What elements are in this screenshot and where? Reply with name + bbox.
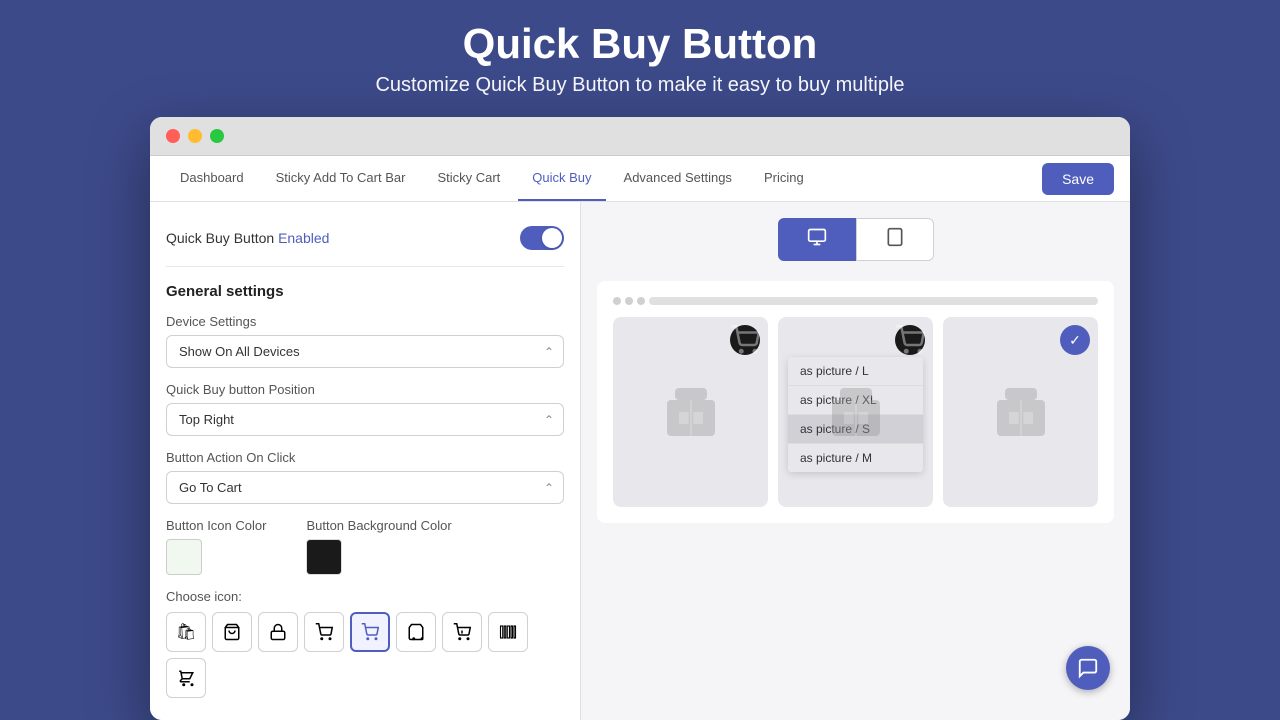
close-dot[interactable]	[166, 129, 180, 143]
maximize-dot[interactable]	[210, 129, 224, 143]
bg-color-field: Button Background Color	[306, 518, 451, 575]
icon-cart-2[interactable]	[350, 612, 390, 652]
enable-toggle[interactable]	[520, 226, 564, 250]
nav-sticky-add-to-cart[interactable]: Sticky Add To Cart Bar	[262, 156, 420, 201]
nav-quick-buy[interactable]: Quick Buy	[518, 156, 605, 201]
nav-dashboard[interactable]: Dashboard	[166, 156, 258, 201]
product-grid: as picture / L as picture / XL as pictur…	[613, 317, 1098, 507]
product-image-2	[816, 372, 896, 452]
action-label: Button Action On Click	[166, 450, 564, 465]
device-settings-wrapper: Show On All Devices Desktop Only Mobile …	[166, 335, 564, 368]
nav-advanced-settings[interactable]: Advanced Settings	[610, 156, 746, 201]
icon-bag[interactable]: 🛍	[166, 612, 206, 652]
nav-bar: Dashboard Sticky Add To Cart Bar Sticky …	[150, 156, 1130, 202]
chat-button[interactable]	[1066, 646, 1110, 690]
icon-color-swatch[interactable]	[166, 539, 202, 575]
icon-cart-1[interactable]	[304, 612, 344, 652]
icon-grid: 🛍	[166, 612, 564, 698]
nav-pricing[interactable]: Pricing	[750, 156, 818, 201]
icon-color-field: Button Icon Color	[166, 518, 266, 575]
icon-shopping-bag[interactable]	[212, 612, 252, 652]
preview-dot-2	[625, 297, 633, 305]
preview-bar	[649, 297, 1098, 305]
icon-barcode[interactable]	[488, 612, 528, 652]
cart-badge-1[interactable]	[730, 325, 760, 355]
bg-color-swatch[interactable]	[306, 539, 342, 575]
tablet-btn[interactable]	[856, 218, 934, 261]
choose-icon-label: Choose icon:	[166, 589, 564, 604]
cart-badge-2[interactable]	[895, 325, 925, 355]
product-card-3: ✓	[943, 317, 1098, 507]
desktop-btn[interactable]	[778, 218, 856, 261]
device-settings-select[interactable]: Show On All Devices Desktop Only Mobile …	[166, 335, 564, 368]
position-wrapper: Top Right Top Left Bottom Right Bottom L…	[166, 403, 564, 436]
app-window: Dashboard Sticky Add To Cart Bar Sticky …	[150, 117, 1130, 720]
nav-sticky-cart[interactable]: Sticky Cart	[423, 156, 514, 201]
icon-cart-3[interactable]	[396, 612, 436, 652]
preview-dot-3	[637, 297, 645, 305]
icon-lock[interactable]	[258, 612, 298, 652]
icon-color-label: Button Icon Color	[166, 518, 266, 533]
product-card-1	[613, 317, 768, 507]
enable-toggle-row: Quick Buy Button Enabled	[166, 218, 564, 267]
page-subtitle: Customize Quick Buy Button to make it ea…	[375, 74, 904, 97]
product-image-3	[981, 372, 1061, 452]
icon-cart-4[interactable]	[442, 612, 482, 652]
product-card-2: as picture / L as picture / XL as pictur…	[778, 317, 933, 507]
position-select[interactable]: Top Right Top Left Bottom Right Bottom L…	[166, 403, 564, 436]
minimize-dot[interactable]	[188, 129, 202, 143]
main-content: Quick Buy Button Enabled General setting…	[150, 202, 1130, 720]
position-label: Quick Buy button Position	[166, 382, 564, 397]
color-row: Button Icon Color Button Background Colo…	[166, 518, 564, 575]
preview-dots	[613, 297, 1098, 305]
page-header: Quick Buy Button Customize Quick Buy But…	[375, 20, 904, 97]
right-panel: as picture / L as picture / XL as pictur…	[581, 202, 1130, 720]
device-toggle	[778, 218, 934, 261]
toggle-label: Quick Buy Button Enabled	[166, 230, 329, 246]
icon-cart-5[interactable]	[166, 658, 206, 698]
save-button[interactable]: Save	[1042, 163, 1114, 195]
product-image-1	[651, 372, 731, 452]
check-badge[interactable]: ✓	[1060, 325, 1090, 355]
section-title: General settings	[166, 283, 564, 300]
preview-area: as picture / L as picture / XL as pictur…	[597, 281, 1114, 523]
action-select[interactable]: Go To Cart Open Cart Drawer Open Product…	[166, 471, 564, 504]
page-title: Quick Buy Button	[375, 20, 904, 68]
action-wrapper: Go To Cart Open Cart Drawer Open Product…	[166, 471, 564, 504]
bg-color-label: Button Background Color	[306, 518, 451, 533]
titlebar	[150, 117, 1130, 156]
device-settings-label: Device Settings	[166, 314, 564, 329]
preview-dot-1	[613, 297, 621, 305]
left-panel: Quick Buy Button Enabled General setting…	[150, 202, 581, 720]
